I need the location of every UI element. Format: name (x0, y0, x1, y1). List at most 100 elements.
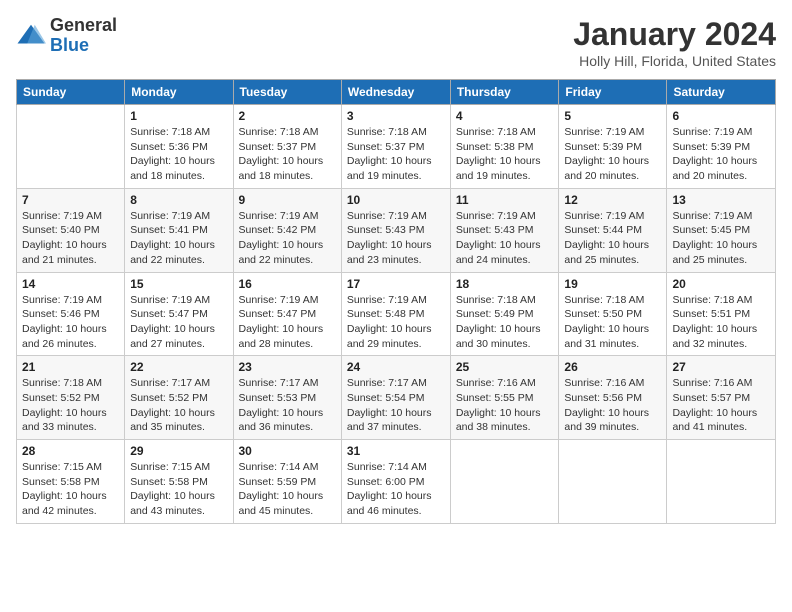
header: General Blue January 2024 Holly Hill, Fl… (16, 16, 776, 69)
day-info: Sunrise: 7:18 AMSunset: 5:50 PMDaylight:… (564, 293, 661, 352)
table-row: 2Sunrise: 7:18 AMSunset: 5:37 PMDaylight… (233, 105, 341, 189)
day-number: 28 (22, 444, 119, 458)
calendar-week-row: 21 Sunrise: 7:18 AMSunset: 5:52 PMDayligh… (17, 356, 776, 440)
table-row: 6 Sunrise: 7:19 AMSunset: 5:39 PMDaylight… (667, 105, 776, 189)
table-row: 19 Sunrise: 7:18 AMSunset: 5:50 PMDayligh… (559, 272, 667, 356)
table-row: 28 Sunrise: 7:15 AMSunset: 5:58 PMDayligh… (17, 440, 125, 524)
col-monday: Monday (125, 80, 233, 105)
calendar-header-row: Sunday Monday Tuesday Wednesday Thursday… (17, 80, 776, 105)
day-number: 14 (22, 277, 119, 291)
day-number: 9 (239, 193, 336, 207)
day-number: 16 (239, 277, 336, 291)
page-container: General Blue January 2024 Holly Hill, Fl… (0, 0, 792, 534)
day-info: Sunrise: 7:15 AMSunset: 5:58 PMDaylight:… (22, 460, 119, 519)
table-row: 5Sunrise: 7:19 AMSunset: 5:39 PMDaylight… (559, 105, 667, 189)
table-row (450, 440, 559, 524)
day-info: Sunrise: 7:19 AMSunset: 5:48 PMDaylight:… (347, 293, 445, 352)
day-info: Sunrise: 7:19 AMSunset: 5:47 PMDaylight:… (130, 293, 227, 352)
day-info: Sunrise: 7:18 AMSunset: 5:49 PMDaylight:… (456, 293, 554, 352)
table-row: 16 Sunrise: 7:19 AMSunset: 5:47 PMDayligh… (233, 272, 341, 356)
logo-icon (16, 21, 46, 51)
table-row (17, 105, 125, 189)
day-info: Sunrise: 7:19 AMSunset: 5:42 PMDaylight:… (239, 209, 336, 268)
table-row: 3 Sunrise: 7:18 AMSunset: 5:37 PMDaylight… (341, 105, 450, 189)
table-row: 22 Sunrise: 7:17 AMSunset: 5:52 PMDayligh… (125, 356, 233, 440)
day-info: Sunrise: 7:18 AMSunset: 5:51 PMDaylight:… (672, 293, 770, 352)
day-info: Sunrise: 7:19 AMSunset: 5:44 PMDaylight:… (564, 209, 661, 268)
col-sunday: Sunday (17, 80, 125, 105)
table-row: 23Sunrise: 7:17 AMSunset: 5:53 PMDayligh… (233, 356, 341, 440)
table-row: 24 Sunrise: 7:17 AMSunset: 5:54 PMDayligh… (341, 356, 450, 440)
title-block: January 2024 Holly Hill, Florida, United… (573, 16, 776, 69)
day-number: 18 (456, 277, 554, 291)
table-row: 15Sunrise: 7:19 AMSunset: 5:47 PMDayligh… (125, 272, 233, 356)
day-number: 22 (130, 360, 227, 374)
day-info: Sunrise: 7:17 AMSunset: 5:54 PMDaylight:… (347, 376, 445, 435)
logo-blue-text: Blue (50, 36, 117, 56)
day-info: Sunrise: 7:18 AMSunset: 5:38 PMDaylight:… (456, 125, 554, 184)
day-info: Sunrise: 7:19 AMSunset: 5:39 PMDaylight:… (564, 125, 661, 184)
day-info: Sunrise: 7:14 AMSunset: 5:59 PMDaylight:… (239, 460, 336, 519)
table-row: 25Sunrise: 7:16 AMSunset: 5:55 PMDayligh… (450, 356, 559, 440)
day-info: Sunrise: 7:17 AMSunset: 5:52 PMDaylight:… (130, 376, 227, 435)
table-row: 10Sunrise: 7:19 AMSunset: 5:43 PMDayligh… (341, 188, 450, 272)
day-number: 21 (22, 360, 119, 374)
calendar-week-row: 1 Sunrise: 7:18 AMSunset: 5:36 PMDaylight… (17, 105, 776, 189)
table-row: 30 Sunrise: 7:14 AMSunset: 5:59 PMDayligh… (233, 440, 341, 524)
logo-general-text: General (50, 16, 117, 36)
day-info: Sunrise: 7:19 AMSunset: 5:43 PMDaylight:… (347, 209, 445, 268)
col-thursday: Thursday (450, 80, 559, 105)
table-row: 20 Sunrise: 7:18 AMSunset: 5:51 PMDayligh… (667, 272, 776, 356)
day-number: 1 (130, 109, 227, 123)
location: Holly Hill, Florida, United States (573, 53, 776, 69)
table-row: 14 Sunrise: 7:19 AMSunset: 5:46 PMDayligh… (17, 272, 125, 356)
day-info: Sunrise: 7:19 AMSunset: 5:46 PMDaylight:… (22, 293, 119, 352)
month-title: January 2024 (573, 16, 776, 53)
day-info: Sunrise: 7:18 AMSunset: 5:52 PMDaylight:… (22, 376, 119, 435)
day-number: 25 (456, 360, 554, 374)
day-number: 20 (672, 277, 770, 291)
calendar-week-row: 14 Sunrise: 7:19 AMSunset: 5:46 PMDayligh… (17, 272, 776, 356)
day-number: 17 (347, 277, 445, 291)
day-number: 24 (347, 360, 445, 374)
day-info: Sunrise: 7:18 AMSunset: 5:37 PMDaylight:… (347, 125, 445, 184)
day-info: Sunrise: 7:16 AMSunset: 5:57 PMDaylight:… (672, 376, 770, 435)
logo: General Blue (16, 16, 117, 56)
table-row: 21 Sunrise: 7:18 AMSunset: 5:52 PMDayligh… (17, 356, 125, 440)
day-number: 12 (564, 193, 661, 207)
day-number: 30 (239, 444, 336, 458)
table-row: 18 Sunrise: 7:18 AMSunset: 5:49 PMDayligh… (450, 272, 559, 356)
day-info: Sunrise: 7:19 AMSunset: 5:39 PMDaylight:… (672, 125, 770, 184)
day-number: 29 (130, 444, 227, 458)
day-number: 26 (564, 360, 661, 374)
day-info: Sunrise: 7:19 AMSunset: 5:47 PMDaylight:… (239, 293, 336, 352)
day-info: Sunrise: 7:18 AMSunset: 5:37 PMDaylight:… (239, 125, 336, 184)
table-row: 1 Sunrise: 7:18 AMSunset: 5:36 PMDaylight… (125, 105, 233, 189)
day-number: 8 (130, 193, 227, 207)
col-friday: Friday (559, 80, 667, 105)
calendar-table: Sunday Monday Tuesday Wednesday Thursday… (16, 79, 776, 524)
day-info: Sunrise: 7:14 AMSunset: 6:00 PMDaylight:… (347, 460, 445, 519)
day-info: Sunrise: 7:19 AMSunset: 5:45 PMDaylight:… (672, 209, 770, 268)
day-number: 27 (672, 360, 770, 374)
day-number: 31 (347, 444, 445, 458)
day-info: Sunrise: 7:19 AMSunset: 5:43 PMDaylight:… (456, 209, 554, 268)
calendar-week-row: 28 Sunrise: 7:15 AMSunset: 5:58 PMDayligh… (17, 440, 776, 524)
day-info: Sunrise: 7:17 AMSunset: 5:53 PMDaylight:… (239, 376, 336, 435)
col-saturday: Saturday (667, 80, 776, 105)
table-row: 7Sunrise: 7:19 AMSunset: 5:40 PMDaylight… (17, 188, 125, 272)
table-row (559, 440, 667, 524)
table-row: 8Sunrise: 7:19 AMSunset: 5:41 PMDaylight… (125, 188, 233, 272)
table-row: 27 Sunrise: 7:16 AMSunset: 5:57 PMDayligh… (667, 356, 776, 440)
day-number: 6 (672, 109, 770, 123)
day-info: Sunrise: 7:18 AMSunset: 5:36 PMDaylight:… (130, 125, 227, 184)
table-row (667, 440, 776, 524)
day-number: 11 (456, 193, 554, 207)
day-number: 19 (564, 277, 661, 291)
day-number: 3 (347, 109, 445, 123)
table-row: 29Sunrise: 7:15 AMSunset: 5:58 PMDayligh… (125, 440, 233, 524)
table-row: 17 Sunrise: 7:19 AMSunset: 5:48 PMDayligh… (341, 272, 450, 356)
table-row: 12 Sunrise: 7:19 AMSunset: 5:44 PMDayligh… (559, 188, 667, 272)
logo-text: General Blue (50, 16, 117, 56)
day-info: Sunrise: 7:19 AMSunset: 5:40 PMDaylight:… (22, 209, 119, 268)
